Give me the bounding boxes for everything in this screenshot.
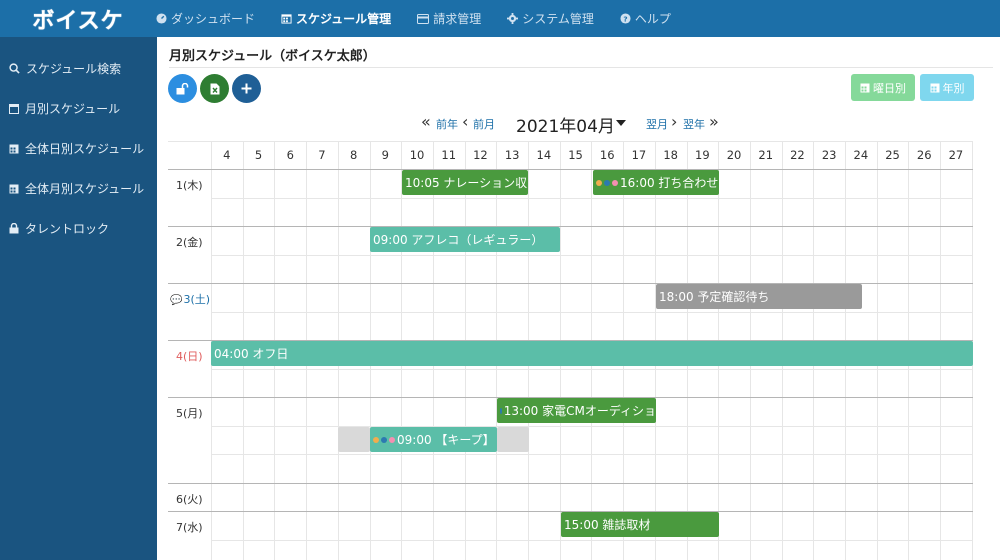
- question-icon: ?: [620, 13, 631, 24]
- member-dot: [604, 179, 610, 186]
- sidebar-item-label: タレントロック: [25, 221, 110, 236]
- sidebar: スケジュール検索 月別スケジュール 全体日別スケジュール 全体月別スケジュール …: [0, 37, 157, 560]
- nav-help-label: ヘルプ: [634, 12, 671, 26]
- gear-icon: [507, 13, 519, 24]
- sidebar-item-label: 月別スケジュール: [25, 101, 121, 116]
- sidebar-item-all-monthly[interactable]: 全体月別スケジュール: [0, 168, 157, 208]
- member-dot: [373, 436, 379, 443]
- sidebar-item-label: スケジュール検索: [26, 61, 122, 76]
- event-title: 09:00 アフレコ（レギュラー）: [373, 233, 544, 247]
- export-excel-button[interactable]: [200, 74, 229, 103]
- schedule-event[interactable]: 15:00 雑誌取材: [561, 512, 719, 537]
- chevron-left-icon[interactable]: ‹: [462, 112, 468, 131]
- schedule-event[interactable]: 18:00 予定確認待ち: [656, 284, 862, 309]
- next-month-link[interactable]: 翌月: [646, 116, 668, 132]
- calendar-outline-icon: [9, 103, 19, 114]
- sidebar-item-all-daily[interactable]: 全体日別スケジュール: [0, 128, 157, 168]
- month-navigation: « 前年 ‹ 前月 2021年04月 翌月 › 翌年 »: [157, 112, 1000, 137]
- year-view-label: 年別: [942, 81, 965, 95]
- weekday-view-label: 曜日別: [873, 81, 906, 95]
- member-dot: [381, 436, 387, 443]
- add-schedule-button[interactable]: [232, 74, 261, 103]
- main-content: 月別スケジュール（ボイスケ太郎） 曜日別 年別 « 前年 ‹ 前月 2021年0…: [157, 37, 1000, 560]
- nav-help[interactable]: ? ヘルプ: [620, 10, 671, 27]
- sidebar-item-monthly-schedule[interactable]: 月別スケジュール: [0, 88, 157, 128]
- sidebar-item-schedule-search[interactable]: スケジュール検索: [0, 48, 157, 88]
- double-chevron-left-icon[interactable]: «: [421, 112, 431, 131]
- nav-schedule-label: スケジュール管理: [296, 12, 392, 26]
- nav-dashboard-label: ダッシュボード: [171, 12, 256, 26]
- event-title: 16:00 打ち合わせ: [620, 176, 719, 190]
- file-excel-icon: [210, 83, 219, 94]
- schedule-event[interactable]: 09:00 【キープ】: [370, 427, 497, 452]
- nav-billing[interactable]: 請求管理: [417, 10, 481, 27]
- calendar-grid-icon: [9, 184, 19, 193]
- event-title: 04:00 オフ日: [214, 347, 289, 361]
- dashboard-icon: [156, 13, 167, 24]
- nav-system[interactable]: システム管理: [507, 10, 594, 27]
- calendar-grid-icon: [9, 144, 19, 153]
- caret-down-icon[interactable]: [616, 120, 626, 126]
- unlock-button[interactable]: [168, 74, 197, 103]
- page-title: 月別スケジュール（ボイスケ太郎）: [169, 49, 376, 64]
- member-dot: [500, 407, 502, 414]
- plus-icon: [241, 83, 252, 94]
- lock-icon: [9, 222, 19, 233]
- chevron-right-icon[interactable]: ›: [671, 112, 677, 131]
- calendar-grid-icon: [930, 83, 939, 93]
- app-logo[interactable]: ボイスケ: [0, 0, 156, 37]
- logo-text: ボイスケ: [32, 8, 124, 34]
- event-title: 13:00 家電CMオーディショ: [503, 404, 656, 418]
- double-chevron-right-icon[interactable]: »: [709, 112, 719, 131]
- top-navbar: ボイスケ ダッシュボード スケジュール管理 請求管理 システム管理 ? ヘルプ: [0, 0, 1000, 37]
- title-divider: [169, 67, 993, 68]
- nav-billing-label: 請求管理: [433, 12, 482, 26]
- next-year-link[interactable]: 翌年: [683, 116, 705, 132]
- event-title: 18:00 予定確認待ち: [659, 290, 770, 304]
- current-month-label: 2021年04月: [516, 117, 615, 137]
- sidebar-item-talent-lock[interactable]: タレントロック: [0, 208, 157, 248]
- svg-text:?: ?: [623, 14, 627, 23]
- year-view-button[interactable]: 年別: [920, 74, 974, 101]
- nav-system-label: システム管理: [522, 12, 594, 26]
- schedule-event[interactable]: 09:00 アフレコ（レギュラー）: [370, 227, 560, 252]
- event-title: 15:00 雑誌取材: [564, 518, 651, 532]
- schedule-event[interactable]: 13:00 家電CMオーディショ: [497, 398, 656, 423]
- weekday-view-button[interactable]: 曜日別: [851, 74, 915, 101]
- schedule-event[interactable]: 16:00 打ち合わせ: [593, 170, 719, 195]
- calendar-icon: [281, 14, 292, 24]
- nav-dashboard[interactable]: ダッシュボード: [156, 10, 255, 27]
- sidebar-item-label: 全体月別スケジュール: [25, 181, 145, 196]
- member-dot: [596, 179, 602, 186]
- prev-month-link[interactable]: 前月: [473, 116, 495, 132]
- unlock-icon: [176, 82, 189, 94]
- nav-schedule[interactable]: スケジュール管理: [281, 10, 391, 27]
- calendar-grid-icon: [860, 83, 870, 93]
- search-icon: [9, 62, 20, 74]
- prev-year-link[interactable]: 前年: [436, 116, 458, 132]
- member-dot: [389, 436, 395, 443]
- member-dot: [612, 179, 618, 186]
- credit-card-icon: [417, 13, 430, 24]
- sidebar-item-label: 全体日別スケジュール: [25, 141, 145, 156]
- event-title: 09:00 【キープ】: [397, 433, 495, 447]
- schedule-event[interactable]: 10:05 ナレーション収: [402, 170, 528, 195]
- schedule-event[interactable]: 04:00 オフ日: [211, 341, 973, 366]
- event-title: 10:05 ナレーション収: [405, 176, 528, 190]
